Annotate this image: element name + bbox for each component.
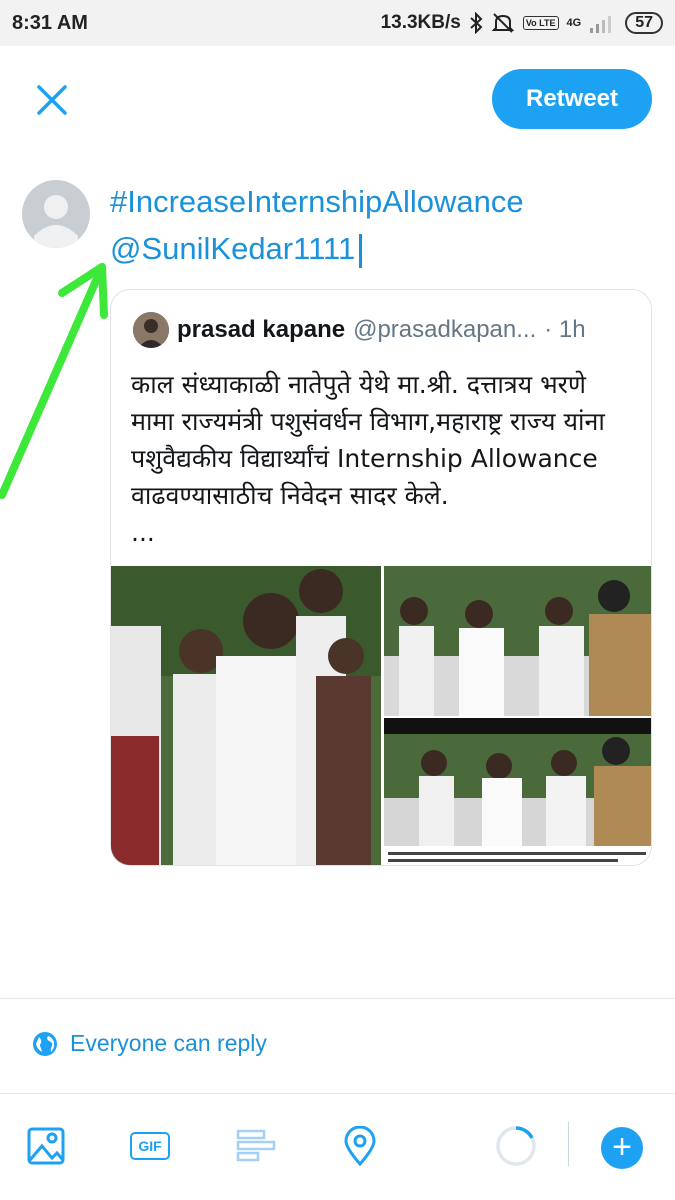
divider (0, 998, 675, 999)
photo-2[interactable] (384, 566, 651, 716)
poll-button[interactable] (234, 1124, 278, 1168)
progress-ring-icon (496, 1126, 536, 1166)
group-photo-image (111, 566, 381, 865)
gif-icon: GIF (130, 1132, 170, 1160)
quoted-tweet-time: · 1h (544, 316, 586, 343)
photo-1[interactable] (111, 566, 381, 865)
retweet-button[interactable]: Retweet (492, 69, 652, 129)
close-icon (37, 85, 67, 115)
media-button[interactable] (24, 1124, 68, 1168)
quoted-tweet-ellipsis: ... (131, 518, 155, 547)
reply-setting-label: Everyone can reply (70, 1030, 267, 1056)
location-pin-icon (344, 1126, 376, 1166)
status-bar: 8:31 AM 13.3KB/s Vo LTE 4G 57 (0, 0, 675, 46)
network-type: 4G (566, 17, 582, 29)
compose-toolbar: GIF (0, 1094, 675, 1200)
quoted-tweet-text: काल संध्याकाळी नातेपुते येथे मा.श्री. दत… (131, 366, 636, 551)
close-button[interactable] (32, 80, 72, 120)
globe-icon (33, 1031, 57, 1056)
add-tweet-button[interactable]: + (601, 1127, 643, 1169)
location-button[interactable] (338, 1124, 382, 1168)
hashtag-text: #IncreaseInternshipAllowance (110, 184, 524, 219)
image-icon (27, 1127, 65, 1165)
newspaper-clip-image (384, 718, 651, 865)
author-photo-icon (133, 312, 169, 348)
battery-icon: 57 (625, 12, 663, 34)
quoted-author-avatar (133, 312, 169, 348)
status-icons: 13.3KB/s Vo LTE 4G 57 (381, 12, 663, 34)
volte-icon: Vo LTE (522, 16, 559, 30)
toolbar-separator (568, 1122, 569, 1166)
poll-icon (236, 1129, 276, 1162)
status-time: 8:31 AM (12, 11, 88, 34)
network-speed: 13.3KB/s (380, 12, 461, 33)
mention-text: @SunilKedar1111 (110, 231, 356, 266)
signal-icon (590, 16, 612, 33)
gif-button[interactable]: GIF (128, 1124, 172, 1168)
quoted-tweet-body: काल संध्याकाळी नातेपुते येथे मा.श्री. दत… (131, 370, 605, 510)
quoted-tweet-card[interactable]: prasad kapane @prasadkapan... · 1h काल स… (110, 289, 652, 866)
compose-textbox[interactable]: #IncreaseInternshipAllowance @SunilKedar… (110, 178, 650, 272)
quoted-author-handle: @prasadkapan... (353, 316, 537, 343)
bluetooth-icon (470, 12, 483, 34)
quoted-author-name: prasad kapane (177, 316, 346, 343)
user-avatar[interactable] (22, 180, 90, 248)
reply-setting-button[interactable]: Everyone can reply (32, 1030, 267, 1057)
mute-icon (491, 13, 515, 33)
default-avatar-icon (34, 195, 78, 248)
text-cursor (359, 233, 363, 268)
meeting-photo-image (384, 566, 651, 716)
character-count-indicator (494, 1124, 538, 1168)
photo-grid (111, 566, 651, 865)
photo-3[interactable] (384, 718, 651, 865)
quoted-tweet-header: prasad kapane @prasadkapan... · 1h (133, 312, 638, 348)
